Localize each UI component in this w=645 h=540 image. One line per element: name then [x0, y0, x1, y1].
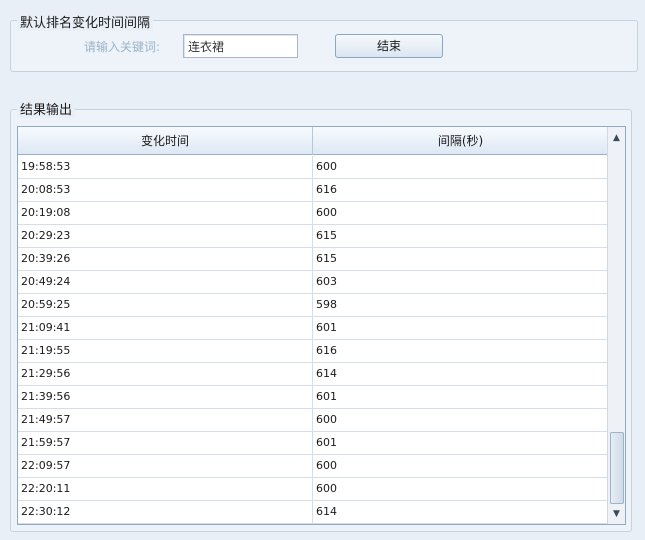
table-row[interactable]: 21:19:55 616	[18, 340, 608, 363]
cell-interval: 615	[316, 252, 337, 265]
cell-interval: 615	[316, 229, 337, 242]
cell-change-time: 22:20:11	[18, 478, 313, 500]
table-row[interactable]: 22:09:57 600	[18, 455, 608, 478]
cell-interval: 600	[316, 160, 337, 173]
cell-interval: 601	[316, 436, 337, 449]
cell-change-time: 21:19:55	[18, 340, 313, 362]
cell-interval: 601	[316, 390, 337, 403]
column-header-change-time[interactable]: 变化时间	[18, 127, 313, 155]
cell-interval: 600	[316, 459, 337, 472]
cell-interval: 614	[316, 367, 337, 380]
cell-change-time: 20:29:23	[18, 225, 313, 247]
cell-interval: 598	[316, 298, 337, 311]
table-row[interactable]: 22:30:12 614	[18, 501, 608, 524]
cell-change-time: 22:30:12	[18, 501, 313, 523]
keyword-label: 请输入关键词:	[84, 40, 161, 54]
search-group-title: 默认排名变化时间间隔	[17, 12, 154, 31]
cell-interval: 614	[316, 505, 337, 518]
column-header-interval[interactable]: 间隔(秒)	[313, 127, 608, 155]
cell-change-time: 21:49:57	[18, 409, 313, 431]
table-row[interactable]: 21:59:57 601	[18, 432, 608, 455]
cell-change-time: 20:39:26	[18, 248, 313, 270]
table-row[interactable]: 20:39:26 615	[18, 248, 608, 271]
keyword-input[interactable]	[183, 34, 298, 58]
table-row[interactable]: 19:58:53 600	[18, 156, 608, 179]
results-table: 变化时间 间隔(秒) 19:58:53 600 20:08:53 616 20:19:0…	[17, 126, 626, 525]
cell-change-time: 21:29:56	[18, 363, 313, 385]
cell-interval: 603	[316, 275, 337, 288]
cell-change-time: 20:49:24	[18, 271, 313, 293]
cell-change-time: 20:59:25	[18, 294, 313, 316]
table-row[interactable]: 20:49:24 603	[18, 271, 608, 294]
cell-change-time: 21:09:41	[18, 317, 313, 339]
table-row[interactable]: 20:29:23 615	[18, 225, 608, 248]
scroll-thumb[interactable]	[610, 432, 624, 504]
scroll-up-icon[interactable]: ▲	[608, 129, 625, 146]
table-row[interactable]: 22:20:11 600	[18, 478, 608, 501]
cell-change-time: 20:19:08	[18, 202, 313, 224]
table-row[interactable]: 20:59:25 598	[18, 294, 608, 317]
table-row[interactable]: 21:49:57 600	[18, 409, 608, 432]
cell-interval: 601	[316, 321, 337, 334]
vertical-scrollbar[interactable]: ▲ ▼	[607, 127, 625, 524]
cell-interval: 616	[316, 344, 337, 357]
cell-change-time: 22:09:57	[18, 455, 313, 477]
cell-interval: 600	[316, 482, 337, 495]
cell-change-time: 21:59:57	[18, 432, 313, 454]
table-row[interactable]: 20:08:53 616	[18, 179, 608, 202]
table-header: 变化时间 间隔(秒)	[18, 127, 608, 155]
table-row[interactable]: 20:19:08 600	[18, 202, 608, 225]
main-window: 默认排名变化时间间隔 请输入关键词: 结束 结果输出 变化时间 间隔(秒) 19…	[0, 0, 645, 540]
cell-change-time: 19:58:53	[18, 156, 313, 178]
table-row[interactable]: 21:29:56 614	[18, 363, 608, 386]
cell-interval: 600	[316, 413, 337, 426]
table-row[interactable]: 21:09:41 601	[18, 317, 608, 340]
cell-change-time: 21:39:56	[18, 386, 313, 408]
results-group-title: 结果输出	[17, 99, 76, 118]
end-button[interactable]: 结束	[335, 34, 443, 58]
table-row[interactable]: 21:39:56 601	[18, 386, 608, 409]
cell-interval: 616	[316, 183, 337, 196]
scroll-down-icon[interactable]: ▼	[608, 505, 625, 522]
table-body: 19:58:53 600 20:08:53 616 20:19:08 600 20:29:2…	[18, 156, 608, 524]
cell-change-time: 20:08:53	[18, 179, 313, 201]
cell-interval: 600	[316, 206, 337, 219]
